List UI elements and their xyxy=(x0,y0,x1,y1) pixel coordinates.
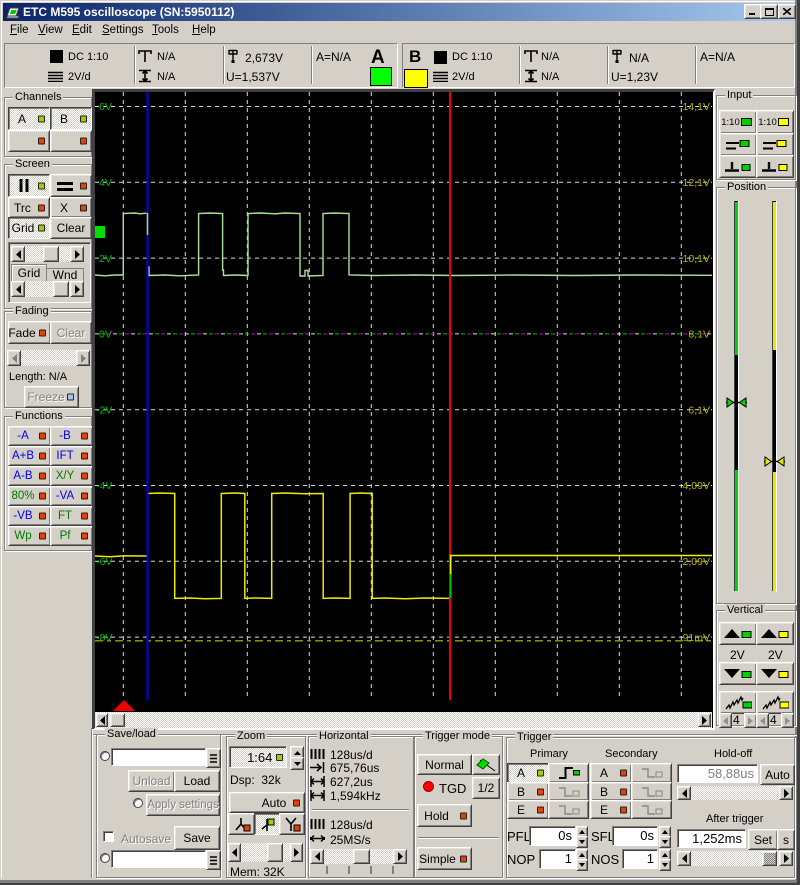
svg-text:6,1V: 6,1V xyxy=(688,405,710,417)
svg-text:4,09V: 4,09V xyxy=(683,480,710,492)
svg-text:-4V: -4V xyxy=(96,480,112,492)
svg-text:12,1V: 12,1V xyxy=(683,177,710,189)
svg-text:2,09V: 2,09V xyxy=(683,556,710,568)
svg-text:91mV: 91mV xyxy=(683,632,710,644)
svg-text:-6V: -6V xyxy=(96,556,112,568)
svg-text:8,1V: 8,1V xyxy=(688,329,710,341)
svg-text:6V: 6V xyxy=(99,101,112,113)
svg-text:-8V: -8V xyxy=(96,632,112,644)
svg-text:4V: 4V xyxy=(99,177,112,189)
svg-text:-2V: -2V xyxy=(96,405,112,417)
svg-text:2V: 2V xyxy=(99,253,112,265)
svg-text:14,1V: 14,1V xyxy=(683,101,710,113)
svg-text:0V: 0V xyxy=(99,329,112,341)
svg-text:10,1V: 10,1V xyxy=(683,253,710,265)
